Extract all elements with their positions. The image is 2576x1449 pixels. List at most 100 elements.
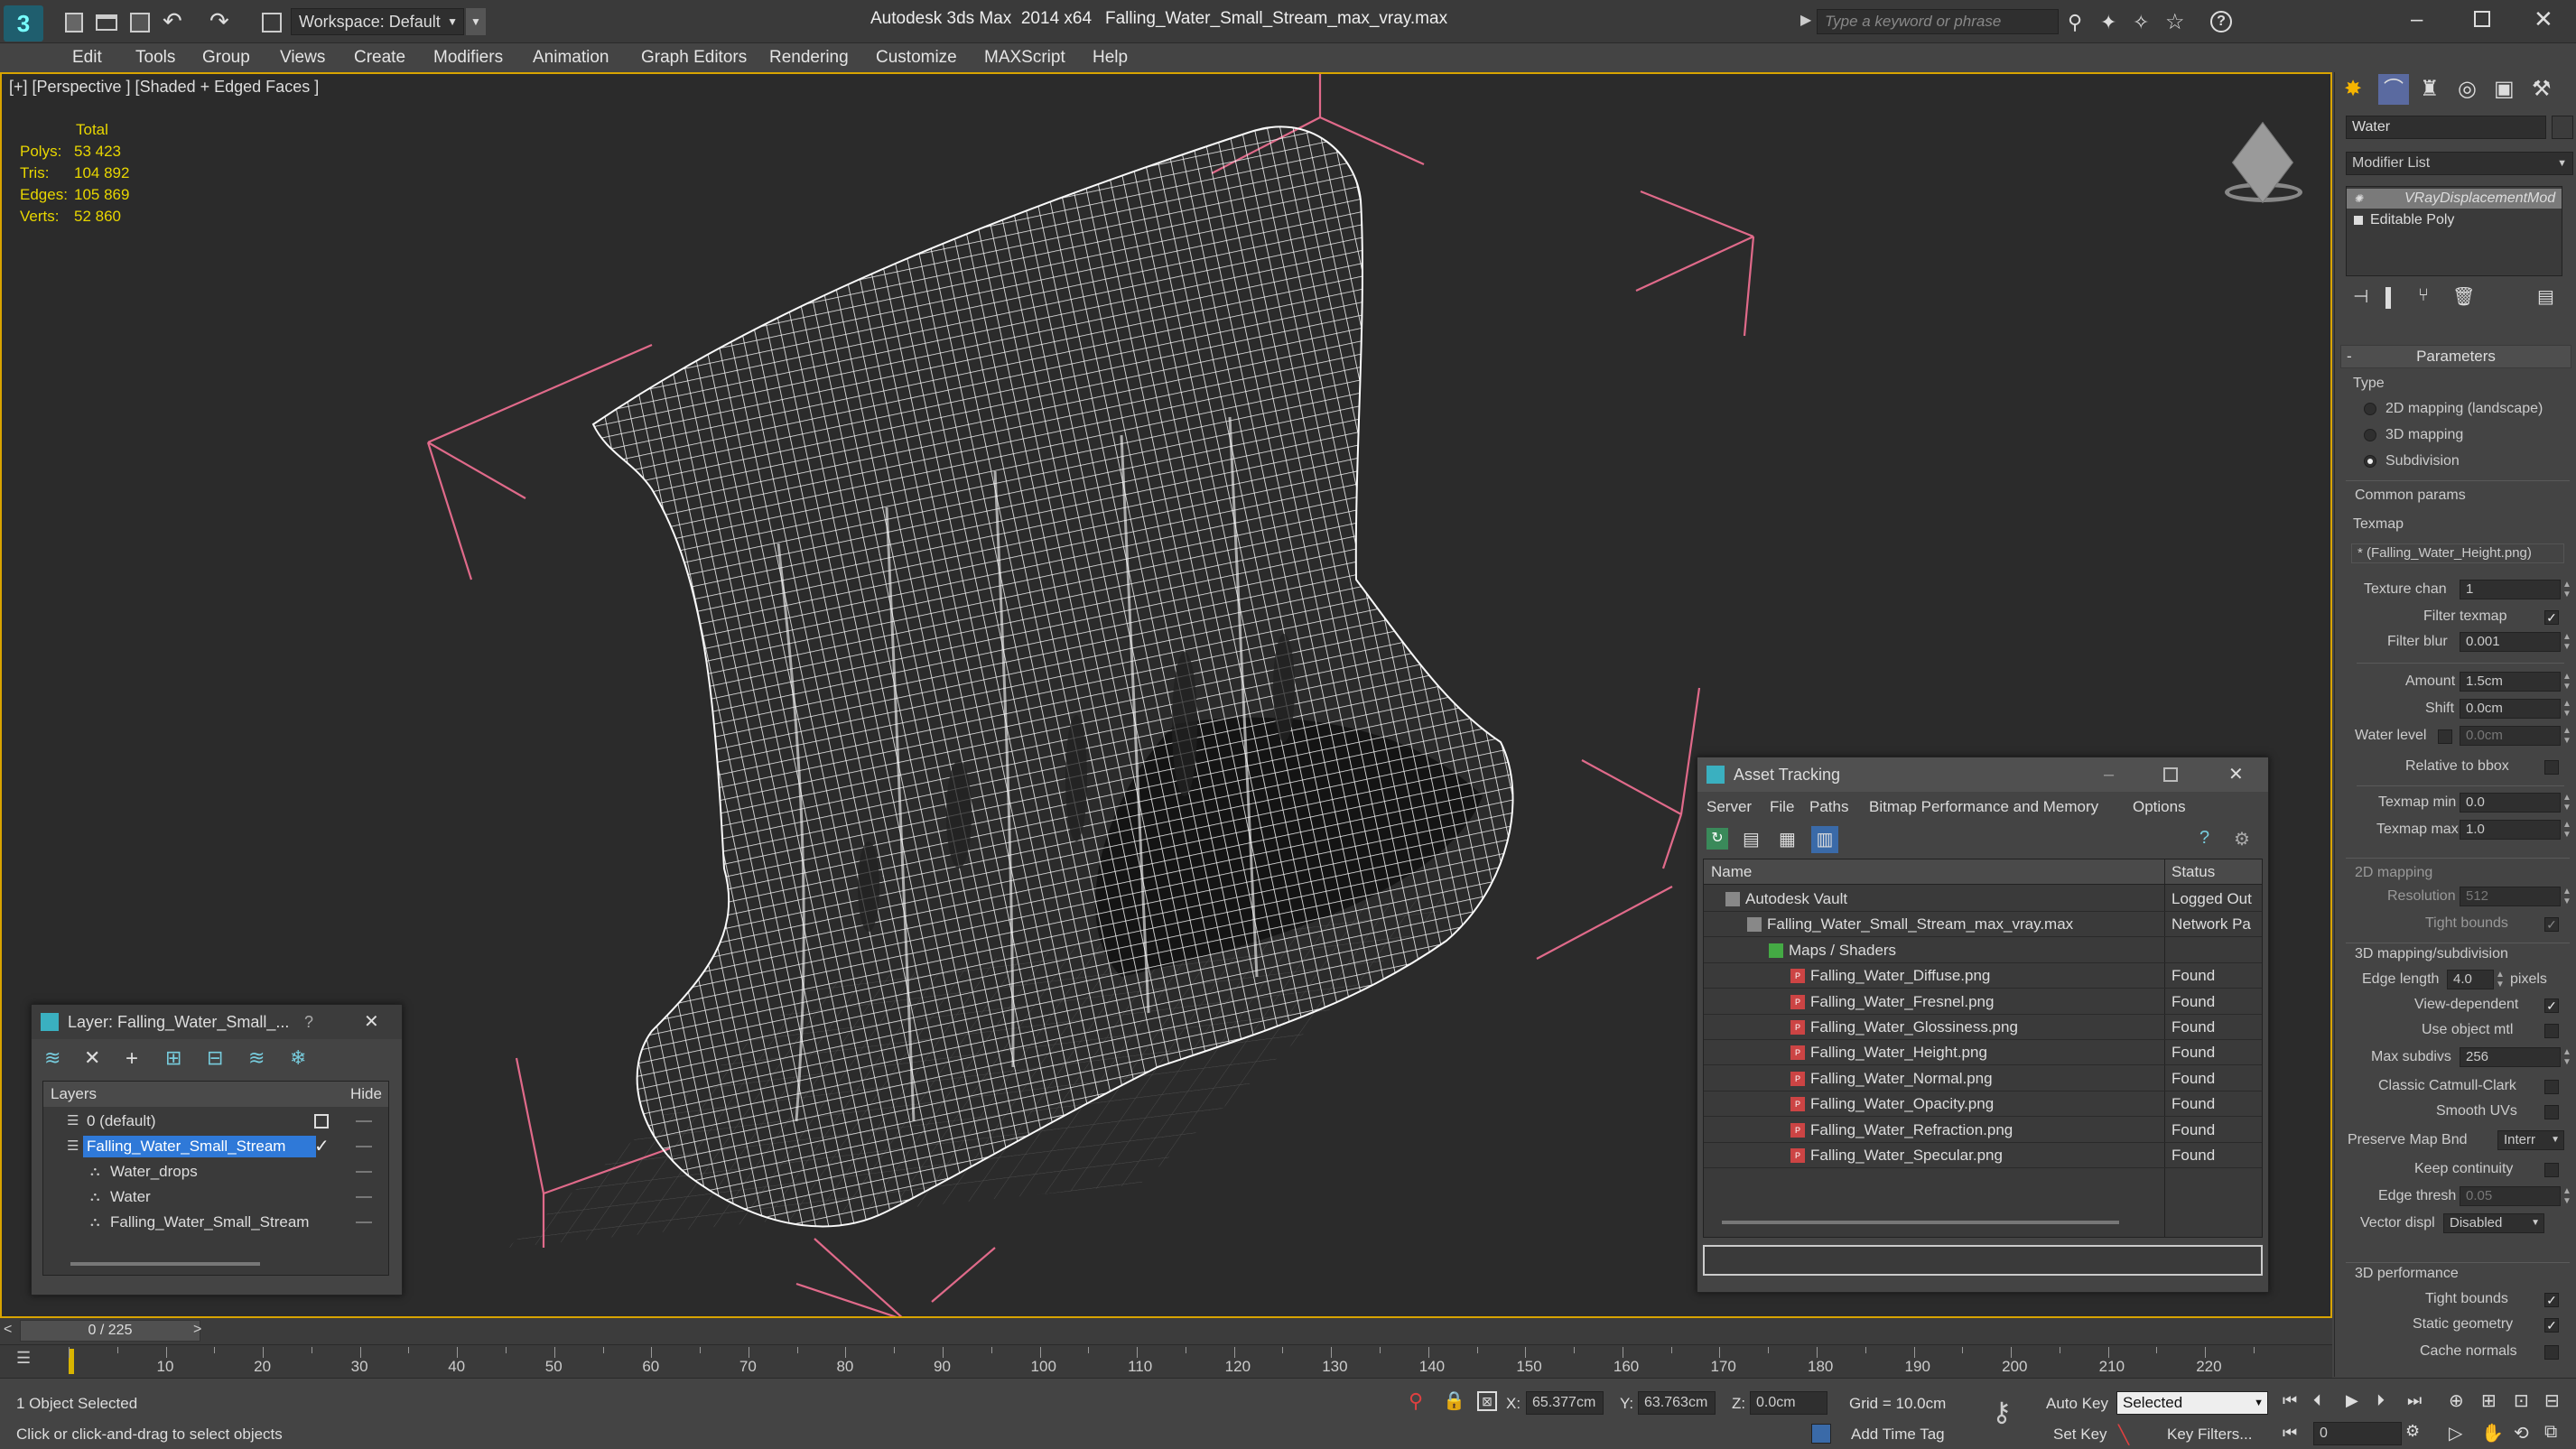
x-coordinate-field[interactable]: 65.377cm <box>1526 1391 1604 1415</box>
layer-row[interactable]: ☰ Falling_Water_Small_Stream ✓ <box>43 1134 388 1159</box>
layer-help-button[interactable]: ? <box>304 1005 313 1039</box>
asset-row[interactable]: P Falling_Water_Specular.png Found <box>1704 1143 2262 1168</box>
close-icon[interactable]: ✕ <box>2534 5 2553 33</box>
water-level-spinner[interactable]: ▲ ▼ <box>2562 726 2571 746</box>
hide-toggle[interactable] <box>356 1146 372 1147</box>
zoom-all-icon[interactable]: ⊞ <box>2481 1389 2497 1412</box>
cache-normals-checkbox[interactable] <box>2544 1345 2559 1360</box>
app-logo-icon[interactable]: 3 <box>4 5 43 42</box>
workspace-dropdown[interactable]: Workspace: Default ▼ <box>291 8 464 35</box>
utilities-tab-icon[interactable]: ⚒ <box>2532 76 2552 102</box>
zoom-extents-all-icon[interactable]: ⊟ <box>2544 1389 2560 1412</box>
add-time-tag[interactable]: Add Time Tag <box>1851 1426 1945 1444</box>
asset-menu-paths[interactable]: Paths <box>1809 794 1848 821</box>
asset-menu-options[interactable]: Options <box>2133 794 2186 821</box>
image-view-icon[interactable]: ▦ <box>1779 828 1796 850</box>
show-end-result-icon[interactable] <box>2385 287 2391 309</box>
edge-length-spinner[interactable]: ▲ ▼ <box>2496 970 2505 989</box>
maximize-viewport-icon[interactable]: ⧉ <box>2544 1422 2557 1443</box>
hide-toggle[interactable] <box>356 1196 372 1198</box>
classic-catmull-checkbox[interactable] <box>2544 1080 2559 1094</box>
col-name[interactable]: Name <box>1711 859 1752 885</box>
max-subdivs-field[interactable]: 256 <box>2460 1047 2561 1067</box>
freeze-all-icon[interactable]: ❄ <box>290 1046 306 1070</box>
active-layer-check-icon[interactable]: ✓ <box>314 1134 330 1159</box>
add-time-tag-icon[interactable] <box>1811 1424 1831 1444</box>
filter-blur-field[interactable]: 0.001 <box>2460 632 2561 652</box>
edge-length-field[interactable]: 4.0 <box>2447 970 2494 989</box>
water-level-checkbox[interactable] <box>2438 729 2452 744</box>
menu-create[interactable]: Create <box>354 43 405 72</box>
layer-row[interactable]: ⛬ Water <box>43 1184 388 1210</box>
object-name-field[interactable]: Water <box>2346 116 2546 139</box>
asset-row[interactable]: P Falling_Water_Height.png Found <box>1704 1040 2262 1066</box>
asset-row[interactable]: Maps / Shaders <box>1704 938 2262 963</box>
previous-frame-icon[interactable]: ⏴ <box>2313 1391 2321 1410</box>
menu-maxscript[interactable]: MAXScript <box>984 43 1065 72</box>
go-to-start-icon[interactable]: ⏮ <box>2283 1391 2297 1410</box>
viewcube-icon[interactable] <box>2205 119 2304 204</box>
display-tab-icon[interactable]: ▣ <box>2494 76 2515 102</box>
menu-views[interactable]: Views <box>280 43 325 72</box>
current-layer-checkbox[interactable] <box>314 1114 329 1129</box>
water-level-field[interactable]: 0.0cm <box>2460 726 2561 746</box>
select-objects-icon[interactable]: ⊞ <box>165 1046 181 1070</box>
perspective-viewport[interactable]: [+] [Perspective ] [Shaded + Edged Faces… <box>0 72 2332 1318</box>
static-geometry-checkbox[interactable]: ✓ <box>2544 1318 2559 1333</box>
go-to-end-icon[interactable]: ⏭ <box>2407 1391 2422 1410</box>
new-file-icon[interactable] <box>65 13 83 33</box>
search-arrow-icon[interactable]: ▶ <box>1800 11 1811 29</box>
orbit-icon[interactable]: ⟲ <box>2514 1422 2529 1444</box>
asset-row[interactable]: P Falling_Water_Refraction.png Found <box>1704 1118 2262 1143</box>
asset-menu-file[interactable]: File <box>1770 794 1794 821</box>
expand-icon[interactable] <box>2354 216 2363 225</box>
asset-row[interactable]: P Falling_Water_Glossiness.png Found <box>1704 1015 2262 1040</box>
asset-row[interactable]: Autodesk Vault Logged Out <box>1704 887 2262 912</box>
help-icon[interactable]: ? <box>2210 11 2232 33</box>
workspace-menu-button[interactable]: ▼ <box>466 8 486 35</box>
menu-group[interactable]: Group <box>202 43 250 72</box>
col-layers[interactable]: Layers <box>51 1082 97 1107</box>
resolution-spinner[interactable]: ▲ ▼ <box>2562 887 2571 906</box>
z-coordinate-field[interactable]: 0.0cm <box>1750 1391 1827 1415</box>
layer-close-icon[interactable]: ✕ <box>364 1005 379 1039</box>
make-unique-icon[interactable]: ⑂ <box>2418 285 2429 306</box>
time-slider[interactable]: < 0 / 225 > <box>0 1318 2332 1345</box>
asset-window-titlebar[interactable]: Asset Tracking – ✕ <box>1697 757 2268 792</box>
zoom-extents-icon[interactable]: ⊡ <box>2514 1389 2529 1412</box>
shift-spinner[interactable]: ▲ ▼ <box>2562 699 2571 719</box>
set-key-icon[interactable]: ╲ <box>2118 1424 2129 1446</box>
parameters-rollout-header[interactable]: - Parameters <box>2340 345 2571 368</box>
next-frame-icon[interactable]: > <box>193 1322 201 1338</box>
play-icon[interactable]: ▶ <box>2346 1391 2358 1410</box>
layer-window-titlebar[interactable]: Layer: Falling_Water_Small_... ? ✕ <box>32 1005 402 1039</box>
time-config-icon[interactable]: ⚙ <box>2405 1422 2420 1441</box>
menu-graph-editors[interactable]: Graph Editors <box>641 43 747 72</box>
fov-icon[interactable]: ▷ <box>2449 1422 2462 1444</box>
layer-row[interactable]: ⛬ Falling_Water_Small_Stream <box>43 1210 388 1235</box>
radio-3d-mapping[interactable] <box>2364 429 2376 441</box>
menu-modifiers[interactable]: Modifiers <box>433 43 503 72</box>
asset-row[interactable]: P Falling_Water_Opacity.png Found <box>1704 1091 2262 1118</box>
delete-layer-icon[interactable]: ✕ <box>84 1046 100 1070</box>
hide-toggle[interactable] <box>356 1171 372 1173</box>
modify-tab-icon[interactable]: ⌒ <box>2378 74 2409 105</box>
configure-sets-icon[interactable]: ▤ <box>2537 285 2554 308</box>
remove-modifier-icon[interactable]: 🗑 <box>2452 285 2475 308</box>
edge-thresh-field[interactable]: 0.05 <box>2460 1186 2561 1206</box>
tight-bounds-checkbox[interactable]: ✓ <box>2544 917 2559 932</box>
y-coordinate-field[interactable]: 63.763cm <box>1638 1391 1716 1415</box>
hide-toggle[interactable] <box>356 1221 372 1223</box>
time-slider-thumb[interactable]: 0 / 225 <box>20 1320 200 1342</box>
search-input[interactable]: Type a keyword or phrase <box>1817 9 2059 34</box>
menu-rendering[interactable]: Rendering <box>769 43 849 72</box>
create-layer-icon[interactable]: ≋ <box>44 1046 60 1070</box>
absolute-mode-icon[interactable]: ⊠ <box>1477 1391 1497 1411</box>
layer-row[interactable]: ☰ 0 (default) <box>43 1109 388 1134</box>
save-file-icon[interactable] <box>130 13 150 33</box>
filter-texmap-checkbox[interactable]: ✓ <box>2544 610 2559 625</box>
modifier-list-dropdown[interactable]: Modifier List ▼ <box>2346 152 2573 175</box>
col-hide[interactable]: Hide <box>350 1082 382 1107</box>
pan-icon[interactable]: ✋ <box>2481 1422 2504 1444</box>
menu-animation[interactable]: Animation <box>533 43 609 72</box>
